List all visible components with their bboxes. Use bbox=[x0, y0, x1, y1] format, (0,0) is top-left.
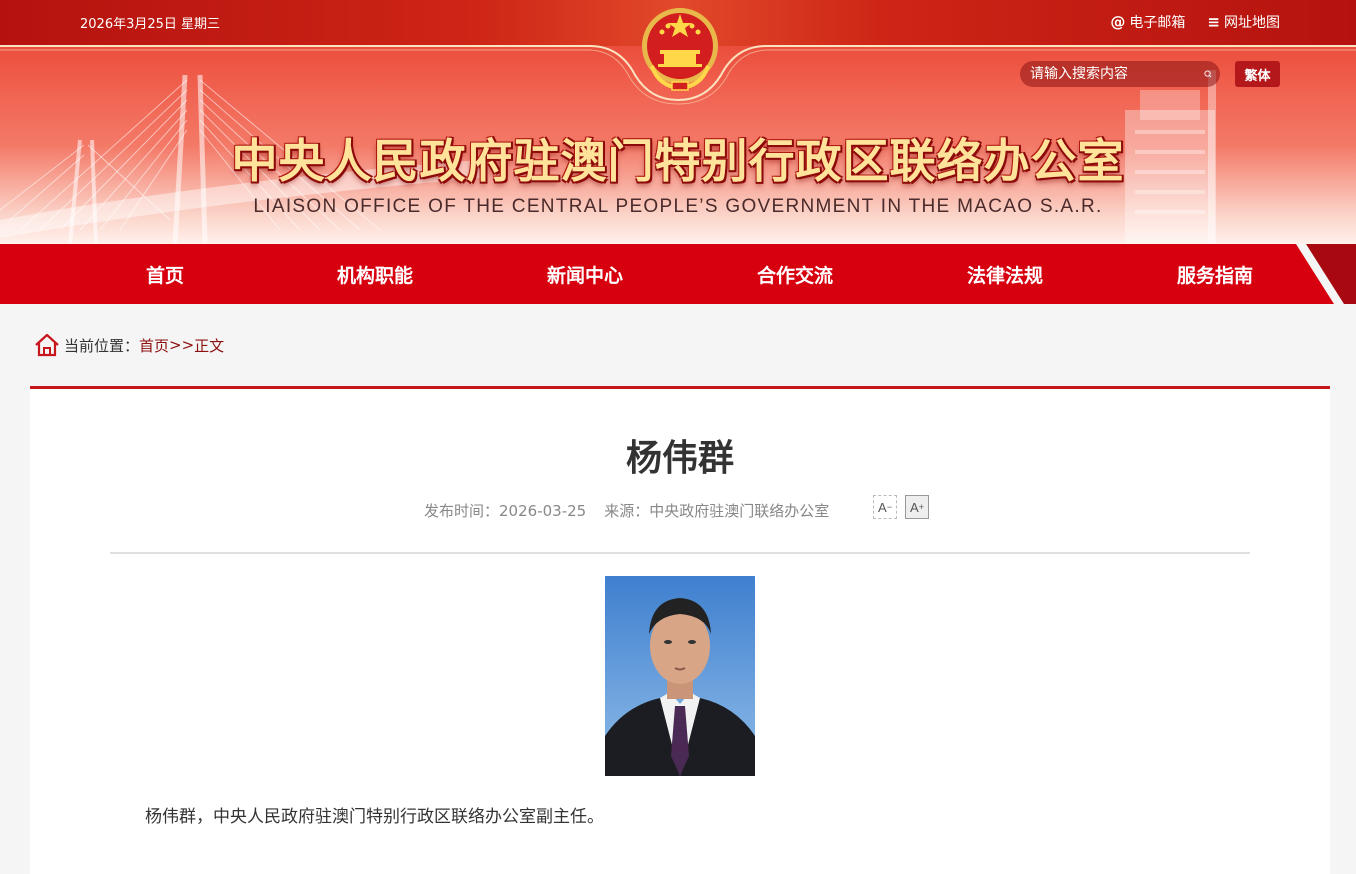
breadcrumb-current[interactable]: 正文 bbox=[194, 335, 224, 356]
source-value: 中央政府驻澳门联络办公室 bbox=[649, 502, 830, 520]
search-input[interactable] bbox=[1030, 66, 1204, 82]
font-increase-button[interactable]: A + bbox=[905, 495, 929, 519]
font-size-controls: A − A + bbox=[873, 495, 929, 519]
breadcrumb: 当前位置： 首页 >> 正文 bbox=[34, 332, 224, 358]
publish-label: 发布时间： bbox=[424, 502, 500, 520]
nav-item-cooperation[interactable]: 合作交流 bbox=[690, 244, 900, 304]
publish-date: 2026-03-25 bbox=[499, 501, 587, 520]
search-box[interactable] bbox=[1020, 61, 1220, 87]
email-link[interactable]: @ 电子邮箱 bbox=[1110, 12, 1185, 32]
site-header: 2026年3月25日 星期三 @ 电子邮箱 ≡ 网址地图 繁体 中央人民政府 bbox=[0, 0, 1356, 244]
sitemap-label: 网址地图 bbox=[1224, 15, 1280, 31]
font-decrease-label: A bbox=[878, 499, 887, 515]
nav-item-services[interactable]: 服务指南 bbox=[1110, 244, 1320, 304]
portrait-photo bbox=[605, 576, 755, 776]
nav-item-functions[interactable]: 机构职能 bbox=[270, 244, 480, 304]
article-body: 杨伟群，中央人民政府驻澳门特别行政区联络办公室副主任。 bbox=[145, 807, 604, 827]
article-title: 杨伟群 bbox=[625, 438, 734, 479]
top-links: @ 电子邮箱 ≡ 网址地图 bbox=[1110, 12, 1280, 32]
search-icon[interactable] bbox=[1204, 65, 1212, 83]
sitemap-link[interactable]: ≡ 网址地图 bbox=[1207, 12, 1280, 32]
nav-item-laws[interactable]: 法律法规 bbox=[900, 244, 1110, 304]
breadcrumb-home-link[interactable]: 首页 bbox=[139, 335, 169, 356]
source-label: 来源： bbox=[604, 502, 650, 520]
site-title-english: LIAISON OFFICE OF THE CENTRAL PEOPLE’S G… bbox=[253, 196, 1103, 217]
menu-icon: ≡ bbox=[1207, 13, 1220, 31]
national-emblem-icon bbox=[642, 8, 718, 91]
traditional-chinese-button[interactable]: 繁体 bbox=[1235, 61, 1280, 87]
home-icon bbox=[35, 333, 59, 357]
article-panel: 杨伟群 发布时间： 2026-03-25 来源： 中央政府驻澳门联络办公室 A −… bbox=[30, 386, 1330, 874]
nav-items: 首页 机构职能 新闻中心 合作交流 法律法规 服务指南 bbox=[60, 244, 1320, 304]
article-meta: 发布时间： 2026-03-25 来源： 中央政府驻澳门联络办公室 bbox=[424, 500, 829, 521]
at-sign-icon: @ bbox=[1110, 13, 1126, 31]
font-decrease-button[interactable]: A − bbox=[873, 495, 897, 519]
current-date: 2026年3月25日 星期三 bbox=[80, 17, 221, 32]
site-title-chinese: 中央人民政府驻澳门特别行政区联络办公室 bbox=[231, 134, 1125, 188]
nav-item-home[interactable]: 首页 bbox=[60, 244, 270, 304]
nav-item-news[interactable]: 新闻中心 bbox=[480, 244, 690, 304]
breadcrumb-prefix: 当前位置： bbox=[64, 336, 140, 355]
nav-corner-decoration bbox=[1296, 244, 1356, 304]
email-label: 电子邮箱 bbox=[1129, 15, 1186, 31]
font-increase-label: A bbox=[910, 499, 919, 515]
main-nav: 首页 机构职能 新闻中心 合作交流 法律法规 服务指南 bbox=[0, 244, 1356, 304]
breadcrumb-separator: >> bbox=[169, 336, 195, 354]
title-divider bbox=[110, 552, 1250, 554]
